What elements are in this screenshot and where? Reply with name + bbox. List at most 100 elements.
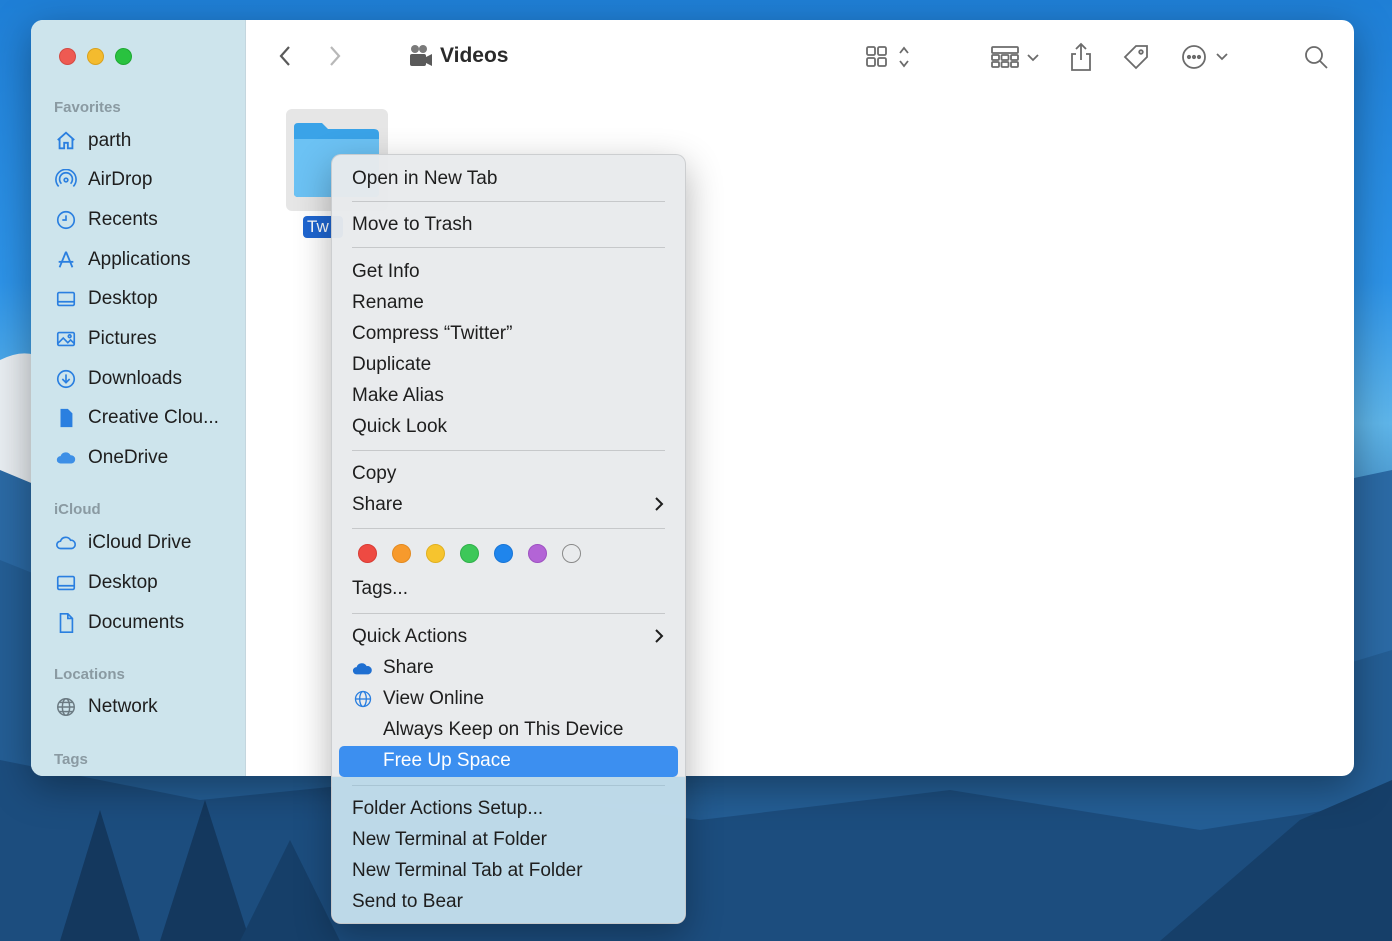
window-title: Videos [406,42,508,70]
zoom-window-button[interactable] [115,48,132,65]
sidebar-item-desktop[interactable]: Desktop [54,284,158,314]
globe-icon [54,695,78,719]
sidebar-item-airdrop[interactable]: AirDrop [54,165,152,195]
sidebar-item-label: Desktop [88,288,158,309]
sidebar-item-label: Network [88,696,158,717]
search-button[interactable] [1301,42,1331,72]
menu-item-open-new-tab[interactable]: Open in New Tab [352,165,665,193]
menu-item-duplicate[interactable]: Duplicate [352,351,665,379]
sidebar-item-parth[interactable]: parth [54,126,131,156]
sidebar-item-label: Pictures [88,328,157,349]
sidebar-item-label: Documents [88,612,185,633]
sidebar-item-icloud-drive[interactable]: iCloud Drive [54,528,191,558]
menu-separator [352,785,665,786]
sidebar-item-label: AirDrop [88,169,153,190]
menu-item-share[interactable]: Share [352,491,665,519]
chevron-right-icon [655,497,664,511]
sidebar-item-recents[interactable]: Recents [54,205,158,235]
chevron-right-icon [655,629,664,643]
minimize-window-button[interactable] [87,48,104,65]
tags-header: Tags [54,751,88,768]
window-title-text: Videos [440,44,509,67]
view-mode-button[interactable] [863,42,915,72]
menu-separator [352,247,665,248]
icloud-icon [54,531,78,555]
menu-item-onedrive-share[interactable]: Share [383,654,665,682]
onedrive-cloud-icon [352,657,374,679]
menu-item-quick-look[interactable]: Quick Look [352,413,665,441]
forward-button[interactable] [323,42,347,70]
menu-item-label: Quick Actions [352,626,468,647]
airdrop-icon [54,168,78,192]
tag-purple[interactable] [528,544,547,563]
locations-header: Locations [54,666,125,683]
sidebar-item-label: Creative Clou... [88,407,219,428]
sidebar-item-icloud-desktop[interactable]: Desktop [54,568,158,598]
menu-item-free-up-space[interactable]: Free Up Space [383,747,665,775]
menu-separator [352,201,665,202]
menu-item-always-keep[interactable]: Always Keep on This Device [383,716,665,744]
menu-item-new-terminal[interactable]: New Terminal at Folder [352,826,665,854]
back-button[interactable] [273,42,297,70]
sidebar-item-creative-cloud[interactable]: Creative Clou... [54,403,219,433]
menu-item-new-terminal-tab[interactable]: New Terminal Tab at Folder [352,857,665,885]
group-by-button[interactable] [989,42,1045,72]
downloads-icon [54,367,78,391]
share-icon [1071,42,1091,71]
group-grid-icon [991,46,1039,68]
menu-item-get-info[interactable]: Get Info [352,258,665,286]
tags-button[interactable] [1121,42,1151,72]
chevron-left-icon [279,46,290,66]
sidebar-item-documents[interactable]: Documents [54,608,184,638]
grid-view-icon [866,46,909,68]
sidebar-item-label: Applications [88,249,191,270]
context-menu: Open in New Tab Move to Trash Get Info R… [331,154,686,924]
menu-item-rename[interactable]: Rename [352,289,665,317]
menu-item-quick-actions[interactable]: Quick Actions [352,623,665,651]
tag-red[interactable] [358,544,377,563]
menu-separator [352,450,665,451]
sidebar-item-label: Desktop [88,572,158,593]
share-button[interactable] [1067,40,1095,74]
menu-item-make-alias[interactable]: Make Alias [352,382,665,410]
menu-item-compress[interactable]: Compress “Twitter” [352,320,665,348]
ellipsis-circle-icon [1182,45,1228,69]
onedrive-cloud-icon [54,446,78,470]
sidebar-item-label: iCloud Drive [88,532,192,553]
sidebar: Favorites parth AirDrop Recents Applicat… [31,20,246,776]
tag-green[interactable] [460,544,479,563]
menu-item-tags[interactable]: Tags... [352,575,665,603]
finder-window: Favorites parth AirDrop Recents Applicat… [31,20,1354,776]
tag-yellow[interactable] [426,544,445,563]
menu-item-view-online[interactable]: View Online [383,685,665,713]
close-window-button[interactable] [59,48,76,65]
tag-icon [1123,45,1148,70]
tag-gray[interactable] [562,544,581,563]
tag-orange[interactable] [392,544,411,563]
desktop-icon [54,571,78,595]
menu-separator [352,613,665,614]
document-icon [54,406,78,430]
favorites-header: Favorites [54,99,121,116]
sidebar-item-applications[interactable]: Applications [54,245,190,275]
menu-item-folder-actions[interactable]: Folder Actions Setup... [352,795,665,823]
tag-blue[interactable] [494,544,513,563]
menu-item-move-to-trash[interactable]: Move to Trash [352,211,665,239]
menu-item-copy[interactable]: Copy [352,460,665,488]
chevron-right-icon [330,46,341,66]
icloud-header: iCloud [54,501,101,518]
menu-item-send-to-bear[interactable]: Send to Bear [352,888,665,916]
sidebar-item-onedrive[interactable]: OneDrive [54,443,168,473]
pictures-icon [54,327,78,351]
sidebar-item-label: Recents [88,209,158,230]
sidebar-item-pictures[interactable]: Pictures [54,324,157,354]
search-icon [1305,46,1328,69]
sidebar-item-downloads[interactable]: Downloads [54,364,182,394]
menu-separator [352,528,665,529]
sidebar-item-label: OneDrive [88,447,169,468]
sidebar-item-network[interactable]: Network [54,692,158,722]
more-actions-button[interactable] [1179,42,1231,72]
applications-icon [54,248,78,272]
document-icon [54,611,78,635]
sidebar-item-label: parth [88,130,132,151]
